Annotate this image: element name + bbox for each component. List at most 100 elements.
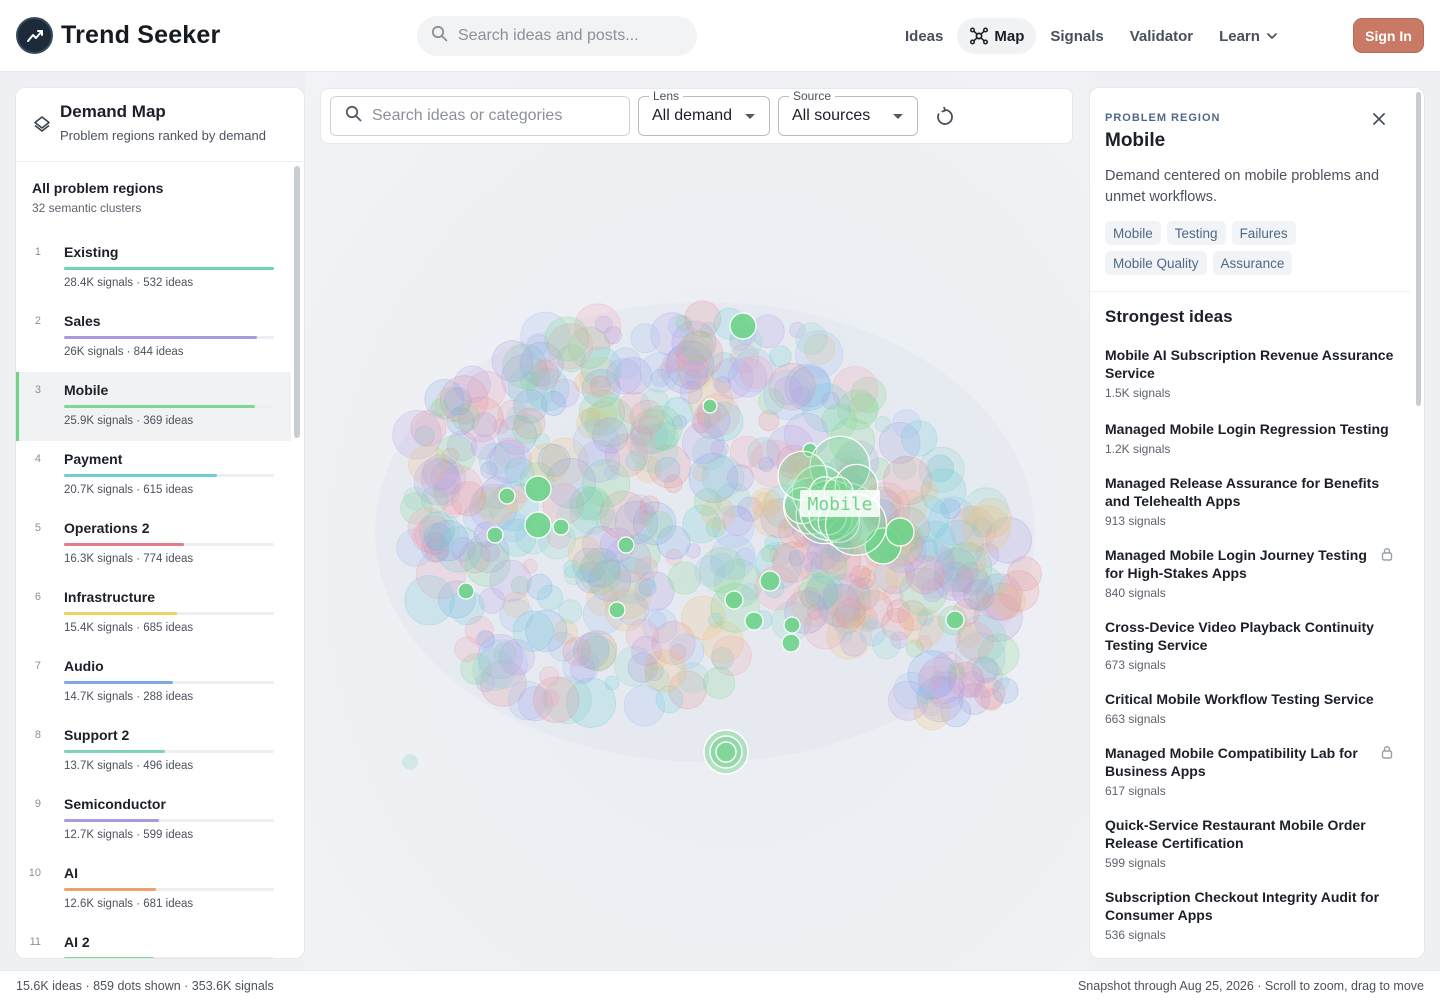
region-name: Existing [64, 244, 119, 260]
region-demand-track [64, 543, 274, 546]
idea-item[interactable]: Cross-Device Video Playback Continuity T… [1105, 618, 1405, 672]
region-demand-bar [64, 750, 165, 753]
region-meta: 28.4K signals · 532 ideas [64, 277, 194, 289]
region-meta: 14.7K signals · 288 ideas [64, 691, 194, 703]
tag-chip[interactable]: Mobile Quality [1105, 251, 1207, 275]
region-item[interactable]: 4 Payment 20.7K signals · 615 ideas [16, 441, 291, 510]
nav-learn-label: Learn [1219, 27, 1260, 45]
idea-title: Managed Release Assurance for Benefits a… [1105, 475, 1380, 509]
region-demand-track [64, 750, 274, 753]
cluster-dot [522, 558, 538, 574]
selected-region-dot [486, 526, 504, 544]
selected-region-dot [552, 518, 570, 536]
idea-title: Quick-Service Restaurant Mobile Order Re… [1105, 817, 1366, 851]
idea-item[interactable]: Managed Mobile Login Regression Testing 1… [1105, 420, 1405, 456]
tag-chip[interactable]: Failures [1231, 221, 1296, 245]
panel-header: Demand Map Problem regions ranked by dem… [16, 88, 304, 162]
region-item[interactable]: 11 AI 2 [16, 924, 291, 958]
region-item[interactable]: 10 AI 12.6K signals · 681 ideas [16, 855, 291, 924]
cluster-dot [645, 511, 673, 539]
idea-item[interactable]: Critical Mobile Workflow Testing Service… [1105, 690, 1405, 726]
cluster-dot [893, 671, 931, 710]
selected-region-dot [524, 511, 552, 539]
all-regions-item[interactable]: All problem regions 32 semantic clusters [32, 180, 163, 215]
status-bar: 15.6K ideas · 859 dots shown · 353.6K si… [0, 970, 1440, 1000]
cluster-dot [443, 387, 472, 416]
scrollbar[interactable] [294, 166, 300, 438]
scrollbar[interactable] [1416, 92, 1421, 406]
region-demand-bar [64, 957, 155, 958]
cluster-dot [630, 323, 661, 354]
region-item[interactable]: 2 Sales 26K signals · 844 ideas [16, 303, 291, 372]
region-item[interactable]: 5 Operations 2 16.3K signals · 774 ideas [16, 510, 291, 579]
region-name: Mobile [64, 382, 109, 398]
cluster-dot [890, 631, 908, 649]
region-item[interactable]: 3 Mobile 25.9K signals · 369 ideas [16, 372, 291, 441]
nav-validator[interactable]: Validator [1118, 18, 1205, 54]
cluster-dot [694, 555, 726, 587]
idea-item[interactable]: Mobile AI Subscription Revenue Assurance… [1105, 346, 1405, 400]
region-item[interactable]: 1 Existing 28.4K signals · 532 ideas [16, 234, 291, 303]
idea-item[interactable]: Subscription Checkout Integrity Audit fo… [1105, 888, 1405, 942]
region-rank: 6 [34, 591, 41, 603]
selected-region-dot [744, 611, 764, 631]
region-list-panel: Demand Map Problem regions ranked by dem… [15, 87, 305, 959]
cluster-dot [685, 543, 701, 559]
region-name: Infrastructure [64, 589, 156, 605]
idea-item[interactable]: Managed Mobile Compatibility Lab for Bus… [1105, 744, 1405, 798]
sign-in-button[interactable]: Sign In [1353, 18, 1424, 53]
map-search-input[interactable] [372, 107, 622, 125]
region-rank: 10 [28, 867, 41, 879]
region-item[interactable]: 9 Semiconductor 12.7K signals · 599 ideas [16, 786, 291, 855]
main-nav: Ideas Map Signals Validator Learn [893, 18, 1292, 54]
cluster-dot [816, 583, 861, 628]
cluster-dot [472, 412, 498, 438]
region-item[interactable]: 7 Audio 14.7K signals · 288 ideas [16, 648, 291, 717]
region-demand-track [64, 474, 274, 477]
region-demand-bar [64, 543, 184, 546]
map-search[interactable] [330, 96, 630, 136]
detail-description: Demand centered on mobile problems and u… [1105, 168, 1380, 205]
chevron-down-icon [1266, 30, 1278, 42]
cluster-dot [404, 575, 455, 626]
idea-item[interactable]: Managed Mobile Login Journey Testing for… [1105, 546, 1405, 600]
cluster-dot [859, 620, 886, 647]
source-label: Source [789, 89, 836, 103]
global-search-input[interactable] [458, 27, 678, 45]
cluster-scatter[interactable]: Mobile [305, 72, 1089, 970]
demand-map-canvas[interactable]: Mobile [305, 72, 1089, 970]
brand[interactable]: Trend Seeker [16, 17, 220, 54]
cluster-dot [609, 347, 642, 379]
region-demand-bar [64, 474, 218, 477]
close-icon[interactable] [1372, 112, 1386, 131]
region-name: Payment [64, 451, 123, 467]
selected-region-dot [724, 590, 744, 610]
nav-map[interactable]: Map [957, 18, 1037, 54]
tag-chip[interactable]: Mobile [1105, 221, 1161, 245]
region-name: AI 2 [64, 934, 90, 950]
nav-ideas[interactable]: Ideas [893, 18, 955, 54]
all-regions-title: All problem regions [32, 180, 164, 196]
cluster-dot [470, 434, 497, 460]
lens-label: Lens [649, 89, 684, 103]
selected-region-dot [781, 633, 801, 653]
idea-item[interactable]: Managed Release Assurance for Benefits a… [1105, 474, 1405, 528]
region-item[interactable]: 8 Support 2 13.7K signals · 496 ideas [16, 717, 291, 786]
tag-chip[interactable]: Assurance [1212, 251, 1293, 275]
global-search[interactable] [417, 16, 697, 56]
nav-learn[interactable]: Learn [1207, 18, 1290, 54]
region-demand-bar [64, 681, 174, 684]
lens-select[interactable]: Lens All demand [638, 89, 770, 136]
idea-item[interactable]: Quick-Service Restaurant Mobile Order Re… [1105, 816, 1405, 870]
tag-chip[interactable]: Testing [1166, 221, 1226, 245]
idea-title: Cross-Device Video Playback Continuity T… [1105, 619, 1374, 653]
region-demand-track [64, 888, 274, 891]
region-meta: 20.7K signals · 615 ideas [64, 484, 194, 496]
region-item[interactable]: 6 Infrastructure 15.4K signals · 685 ideas [16, 579, 291, 648]
source-select[interactable]: Source All sources [778, 89, 918, 136]
reset-view-icon[interactable] [934, 106, 956, 133]
idea-title: Subscription Checkout Integrity Audit fo… [1105, 889, 1380, 923]
nav-signals[interactable]: Signals [1038, 18, 1115, 54]
selected-region-dot [608, 601, 626, 619]
cluster-dot [962, 504, 1011, 553]
